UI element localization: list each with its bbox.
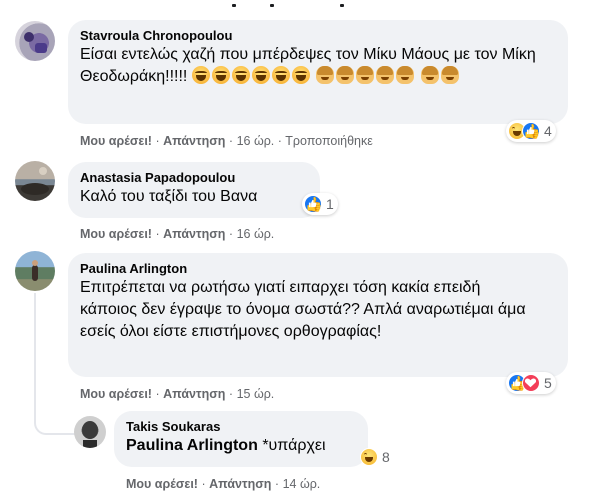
reaction-count: 5 [544,375,552,391]
comment-text-body: *υπάρχει [262,437,326,454]
top-edge [0,0,599,14]
laughing-emoji-icon [231,66,250,84]
comment-bubble: Paulina Arlington Επιτρέπεται να ρωτήσω … [68,253,568,377]
facepalm-woman-emoji-icon [376,66,395,84]
laughing-emoji-icon [251,66,270,84]
separator: · [277,134,282,148]
love-reaction-icon [522,374,540,392]
facepalm-woman-emoji-icon [356,66,375,84]
comment-text: Είσαι εντελώς χαζή που μπέρδεψες τον Μίκ… [80,44,556,88]
separator: · [274,477,280,491]
reaction-summary[interactable]: 4 [506,120,556,142]
thumb-up-icon [308,199,317,208]
haha-reaction-icon [360,448,378,466]
mention-link[interactable]: Paulina Arlington [126,437,258,454]
avatar[interactable] [15,161,55,201]
heart-icon [524,378,537,388]
like-reaction-icon [304,195,322,213]
comment-actions: Μου αρέσει! · Απάντηση · 15 ώρ. [80,386,274,402]
timestamp[interactable]: 15 ώρ. [237,387,275,401]
reply-link[interactable]: Απάντηση [209,477,271,491]
separator: · [155,227,160,241]
comment-bubble: Anastasia Papadopoulou Καλό του ταξίδι τ… [68,162,320,218]
laughing-emoji-icon [191,66,210,84]
reply-link[interactable]: Απάντηση [163,227,225,241]
avatar[interactable] [15,21,55,61]
timestamp[interactable]: 14 ώρ. [283,477,321,491]
like-reaction-icon [522,122,540,140]
comment-text: Καλό του ταξίδι του Βανα [80,188,258,205]
comment-author[interactable]: Paulina Arlington [80,261,556,277]
comment-text: Επιτρέπεται να ρωτήσω γιατί ειπαρχει τόσ… [80,279,526,340]
comment-actions: Μου αρέσει! · Απάντηση · 16 ώρ. [80,226,274,242]
thumb-up-icon [526,126,535,135]
like-link[interactable]: Μου αρέσει! [80,227,152,241]
separator: · [228,227,234,241]
reaction-summary[interactable]: 8 [358,446,394,468]
facepalm-woman-emoji-icon [336,66,355,84]
separator: · [228,387,234,401]
separator: · [155,134,160,148]
laughing-emoji-icon [211,66,230,84]
like-link[interactable]: Μου αρέσει! [80,387,152,401]
comment-text: Paulina Arlington *υπάρχει [126,435,356,457]
laughing-emoji-icon [291,66,310,84]
comment-actions: Μου αρέσει! · Απάντηση · 16 ώρ. · Τροποπ… [80,133,373,149]
comment-actions: Μου αρέσει! · Απάντηση · 14 ώρ. [126,476,320,492]
reaction-count: 1 [326,196,334,212]
edited-label[interactable]: Τροποποιήθηκε [285,134,373,148]
avatar-photo-icon [24,32,47,53]
separator: · [228,134,234,148]
avatar-photo-icon [21,167,49,195]
separator: · [155,387,160,401]
comment-author[interactable]: Stavroula Chronopoulou [80,28,556,44]
like-link[interactable]: Μου αρέσει! [80,134,152,148]
facepalm-woman-emoji-icon [396,66,415,84]
reaction-count: 4 [544,123,552,139]
reply-link[interactable]: Απάντηση [163,387,225,401]
facepalm-woman-emoji-icon [420,66,439,84]
timestamp[interactable]: 16 ώρ. [237,134,275,148]
avatar-photo-icon [32,260,38,281]
comment-bubble: Stavroula Chronopoulou Είσαι εντελώς χαζ… [68,20,568,124]
comment-author[interactable]: Takis Soukaras [126,419,356,435]
avatar-photo-icon [82,421,98,448]
separator: · [201,477,206,491]
thumb-up-icon [512,378,521,387]
reply-link[interactable]: Απάντηση [163,134,225,148]
like-link[interactable]: Μου αρέσει! [126,477,198,491]
laughing-emoji-icon [271,66,290,84]
facepalm-woman-emoji-icon [316,66,335,84]
reaction-count: 8 [382,449,390,465]
reaction-summary[interactable]: 1 [302,193,338,215]
comment-bubble: Takis Soukaras Paulina Arlington *υπάρχε… [114,411,368,467]
reaction-summary[interactable]: 5 [506,372,556,394]
timestamp[interactable]: 16 ώρ. [237,227,275,241]
comment-author[interactable]: Anastasia Papadopoulou [80,170,308,186]
avatar[interactable] [74,416,106,448]
facepalm-woman-emoji-icon [440,66,459,84]
avatar[interactable] [15,251,55,291]
